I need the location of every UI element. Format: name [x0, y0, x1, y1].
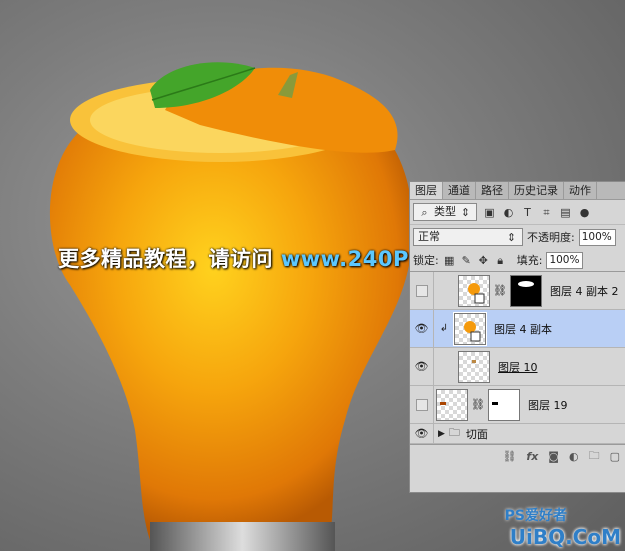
visibility-toggle[interactable] [410, 386, 434, 423]
layer-thumbnail [453, 311, 487, 346]
tab-channels[interactable]: 通道 [443, 182, 476, 199]
filter-kind-label: 类型 [434, 205, 456, 218]
layer-name[interactable]: 图层 4 副本 [494, 321, 552, 337]
layer-thumbnail [458, 350, 490, 383]
eye-icon: 👁︎ [414, 360, 429, 373]
tab-paths[interactable]: 路径 [476, 182, 509, 199]
layer-row[interactable]: 👁︎ 图层 10 [410, 348, 625, 386]
filter-pixel-icon[interactable]: ▣ [483, 206, 496, 219]
lock-label: 锁定: [413, 254, 439, 267]
layer-mask-thumbnail[interactable] [509, 274, 542, 307]
visibility-toggle[interactable]: 👁︎ [410, 424, 434, 443]
chevron-down-icon: ⇕ [506, 230, 517, 244]
watermark-sub: PS爱好者 [504, 508, 567, 524]
layer-row-selected[interactable]: 👁︎ ↲ 图层 4 副本 [410, 310, 625, 348]
eye-icon: 👁︎ [414, 322, 429, 335]
tab-actions[interactable]: 动作 [564, 182, 597, 199]
lock-all-icon[interactable]: 🔒︎ [494, 254, 507, 267]
layer-group-row[interactable]: 👁︎ ▶ 🗀 切面 [410, 424, 625, 444]
fill-label: 填充: [516, 254, 543, 267]
filter-adjustment-icon[interactable]: ◐ [502, 206, 515, 219]
opacity-label: 不透明度: [527, 231, 575, 244]
expand-arrow-icon[interactable]: ▶ [438, 429, 445, 439]
filter-type-icon[interactable]: T [521, 206, 534, 219]
panel-bottom-toolbar: ⛓ fx ◙ ◐ 🗀 ▢ [410, 444, 625, 467]
filter-row: ⌕ 类型 ⇕ ▣ ◐ T ⌗ ▤ ● [410, 200, 625, 225]
layer-thumbnail [458, 274, 490, 307]
layer-mask-thumbnail[interactable] [487, 388, 520, 421]
filter-toggle-icon[interactable]: ● [578, 206, 591, 219]
visibility-toggle[interactable]: 👁︎ [410, 348, 434, 385]
hidden-box-icon [415, 398, 428, 411]
lock-transparency-icon[interactable]: ▦ [443, 254, 456, 267]
hidden-box-icon [415, 284, 428, 297]
search-icon: ⌕ [421, 205, 428, 219]
group-name[interactable]: 切面 [466, 426, 488, 442]
visibility-toggle[interactable]: 👁︎ [410, 310, 434, 347]
layer-row[interactable]: ⛓ 图层 19 [410, 386, 625, 424]
stepper-icon: ⇕ [460, 205, 471, 219]
clipping-arrow-icon: ↲ [439, 323, 449, 334]
layer-row[interactable]: ⛓ 图层 4 副本 2 [410, 272, 625, 310]
layers-panel: 图层 通道 路径 历史记录 动作 ⌕ 类型 ⇕ ▣ ◐ T ⌗ ▤ ● 正常 ⇕… [409, 181, 625, 493]
layer-name[interactable]: 图层 19 [528, 397, 568, 413]
filter-shape-icon[interactable]: ⌗ [540, 206, 553, 219]
link-layers-icon[interactable]: ⛓ [502, 450, 516, 463]
adjustment-layer-icon[interactable]: ◐ [569, 450, 579, 463]
new-group-icon[interactable]: 🗀 [589, 447, 600, 466]
layer-name[interactable]: 图层 4 副本 2 [550, 283, 619, 299]
tab-history[interactable]: 历史记录 [509, 182, 564, 199]
tab-layers[interactable]: 图层 [410, 182, 443, 199]
layer-name[interactable]: 图层 10 [498, 359, 538, 375]
blend-mode-label: 正常 [418, 230, 440, 243]
filter-kind-select[interactable]: ⌕ 类型 ⇕ [413, 203, 477, 221]
watermark-logo: UiBQ.CoM [509, 525, 621, 549]
lock-move-icon[interactable]: ✥ [477, 254, 490, 267]
eye-icon: 👁︎ [414, 427, 429, 440]
lock-row: 锁定: ▦ ✎ ✥ 🔒︎ 填充: 100% [410, 249, 625, 272]
panel-tabs: 图层 通道 路径 历史记录 动作 [410, 182, 625, 200]
blend-row: 正常 ⇕ 不透明度: 100% [410, 225, 625, 249]
link-icon[interactable]: ⛓ [471, 398, 485, 411]
bulb-metal-cap [150, 522, 335, 551]
new-layer-icon[interactable]: ▢ [610, 450, 620, 463]
link-icon[interactable]: ⛓ [493, 284, 507, 297]
blend-mode-select[interactable]: 正常 ⇕ [413, 228, 523, 246]
fill-input[interactable]: 100% [546, 251, 584, 269]
folder-icon: 🗀 [448, 426, 460, 439]
banner-text: 更多精品教程，请访问 [58, 247, 281, 271]
opacity-input[interactable]: 100% [578, 228, 616, 246]
layer-thumbnail [436, 388, 468, 421]
lock-brush-icon[interactable]: ✎ [460, 254, 473, 267]
fx-icon[interactable]: fx [526, 450, 538, 463]
add-mask-icon[interactable]: ◙ [548, 450, 559, 463]
filter-smartobject-icon[interactable]: ▤ [559, 206, 572, 219]
visibility-toggle[interactable] [410, 272, 434, 309]
